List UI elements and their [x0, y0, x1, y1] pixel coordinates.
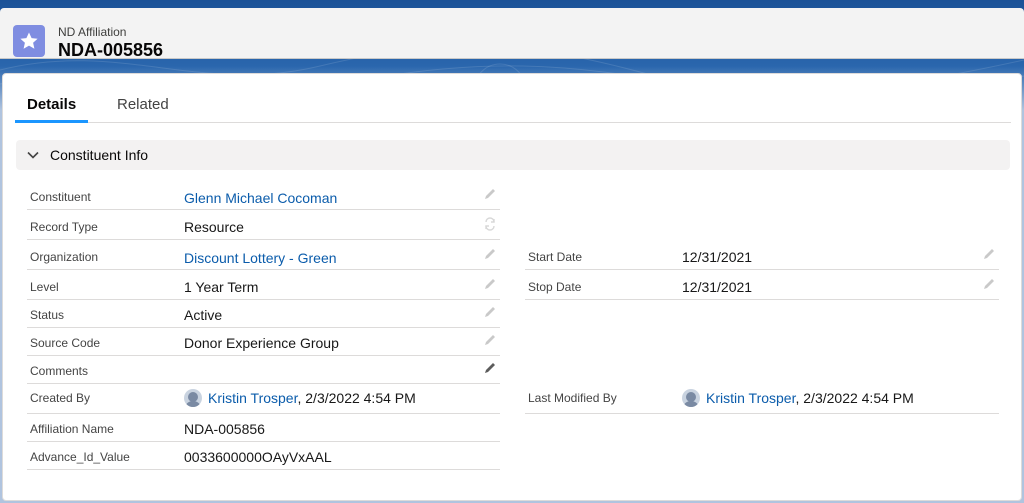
field-label: Last Modified By — [528, 391, 617, 405]
last-modified-by-user-link[interactable]: Kristin Trosper — [706, 390, 795, 406]
field-label: Constituent — [30, 190, 91, 204]
field-label: Record Type — [30, 220, 98, 234]
change-record-type-icon[interactable] — [483, 217, 497, 231]
field-value: 0033600000OAyVxAAL — [184, 449, 332, 465]
field-constituent: Constituent Glenn Michael Cocoman — [27, 181, 500, 210]
user-avatar — [682, 389, 700, 407]
pencil-icon[interactable] — [483, 187, 497, 201]
field-level: Level 1 Year Term — [27, 271, 500, 300]
field-value: 12/31/2021 — [682, 249, 753, 265]
pencil-icon[interactable] — [483, 305, 497, 319]
field-created-by: Created By Kristin Trosper, 2/3/2022 4:5… — [27, 382, 500, 414]
field-record-type: Record Type Resource — [27, 211, 500, 240]
chevron-down-icon — [26, 148, 40, 162]
field-label: Comments — [30, 364, 89, 378]
constituent-link[interactable]: Glenn Michael Cocoman — [184, 190, 337, 206]
field-value: 1 Year Term — [184, 279, 259, 295]
created-by-user-link[interactable]: Kristin Trosper — [208, 390, 297, 406]
field-label: Level — [30, 280, 59, 294]
record-highlights: ND Affiliation NDA-005856 — [0, 8, 1024, 60]
last-modified-date: , 2/3/2022 4:54 PM — [795, 390, 914, 406]
created-date: , 2/3/2022 4:54 PM — [297, 390, 416, 406]
field-value: Resource — [184, 219, 244, 235]
pencil-icon[interactable] — [982, 277, 996, 291]
field-advance-id-value: Advance_Id_Value 0033600000OAyVxAAL — [27, 441, 500, 470]
pencil-icon[interactable] — [483, 277, 497, 291]
field-label: Affiliation Name — [30, 422, 114, 436]
field-label: Source Code — [30, 336, 101, 350]
field-start-date: Start Date 12/31/2021 — [525, 241, 999, 270]
field-label: Created By — [30, 391, 91, 405]
field-label: Start Date — [528, 250, 583, 264]
pencil-icon[interactable] — [483, 247, 497, 261]
section-toggle-constituent-info[interactable]: Constituent Info — [16, 140, 1010, 170]
field-comments: Comments — [27, 355, 500, 384]
field-value: 12/31/2021 — [682, 279, 753, 295]
record-title: NDA-005856 — [58, 40, 164, 60]
tab-related[interactable]: Related — [105, 94, 181, 123]
field-affiliation-name: Affiliation Name NDA-005856 — [27, 413, 500, 442]
field-value: NDA-005856 — [184, 421, 265, 437]
field-value: Active — [184, 307, 223, 323]
field-status: Status Active — [27, 299, 500, 328]
user-avatar — [184, 389, 202, 407]
created-by-value: Kristin Trosper, 2/3/2022 4:54 PM — [184, 389, 416, 407]
tab-bar: Details Related — [15, 94, 1011, 123]
last-modified-by-value: Kristin Trosper, 2/3/2022 4:54 PM — [682, 389, 914, 407]
pencil-icon[interactable] — [483, 361, 497, 375]
field-label: Stop Date — [528, 280, 582, 294]
field-label: Organization — [30, 250, 99, 264]
object-label: ND Affiliation — [58, 25, 127, 39]
field-last-modified-by: Last Modified By Kristin Trosper, 2/3/20… — [525, 382, 999, 414]
pencil-icon[interactable] — [483, 333, 497, 347]
field-organization: Organization Discount Lottery - Green — [27, 241, 500, 270]
field-label: Status — [30, 308, 65, 322]
detail-card: Details Related Constituent Info Constit… — [2, 73, 1022, 501]
star-icon — [13, 25, 45, 57]
pencil-icon[interactable] — [982, 247, 996, 261]
field-stop-date: Stop Date 12/31/2021 — [525, 271, 999, 300]
field-value: Donor Experience Group — [184, 335, 339, 351]
section-title: Constituent Info — [50, 147, 149, 163]
field-label: Advance_Id_Value — [30, 450, 130, 464]
organization-link[interactable]: Discount Lottery - Green — [184, 250, 337, 266]
field-source-code: Source Code Donor Experience Group — [27, 327, 500, 356]
tab-details[interactable]: Details — [15, 94, 89, 123]
